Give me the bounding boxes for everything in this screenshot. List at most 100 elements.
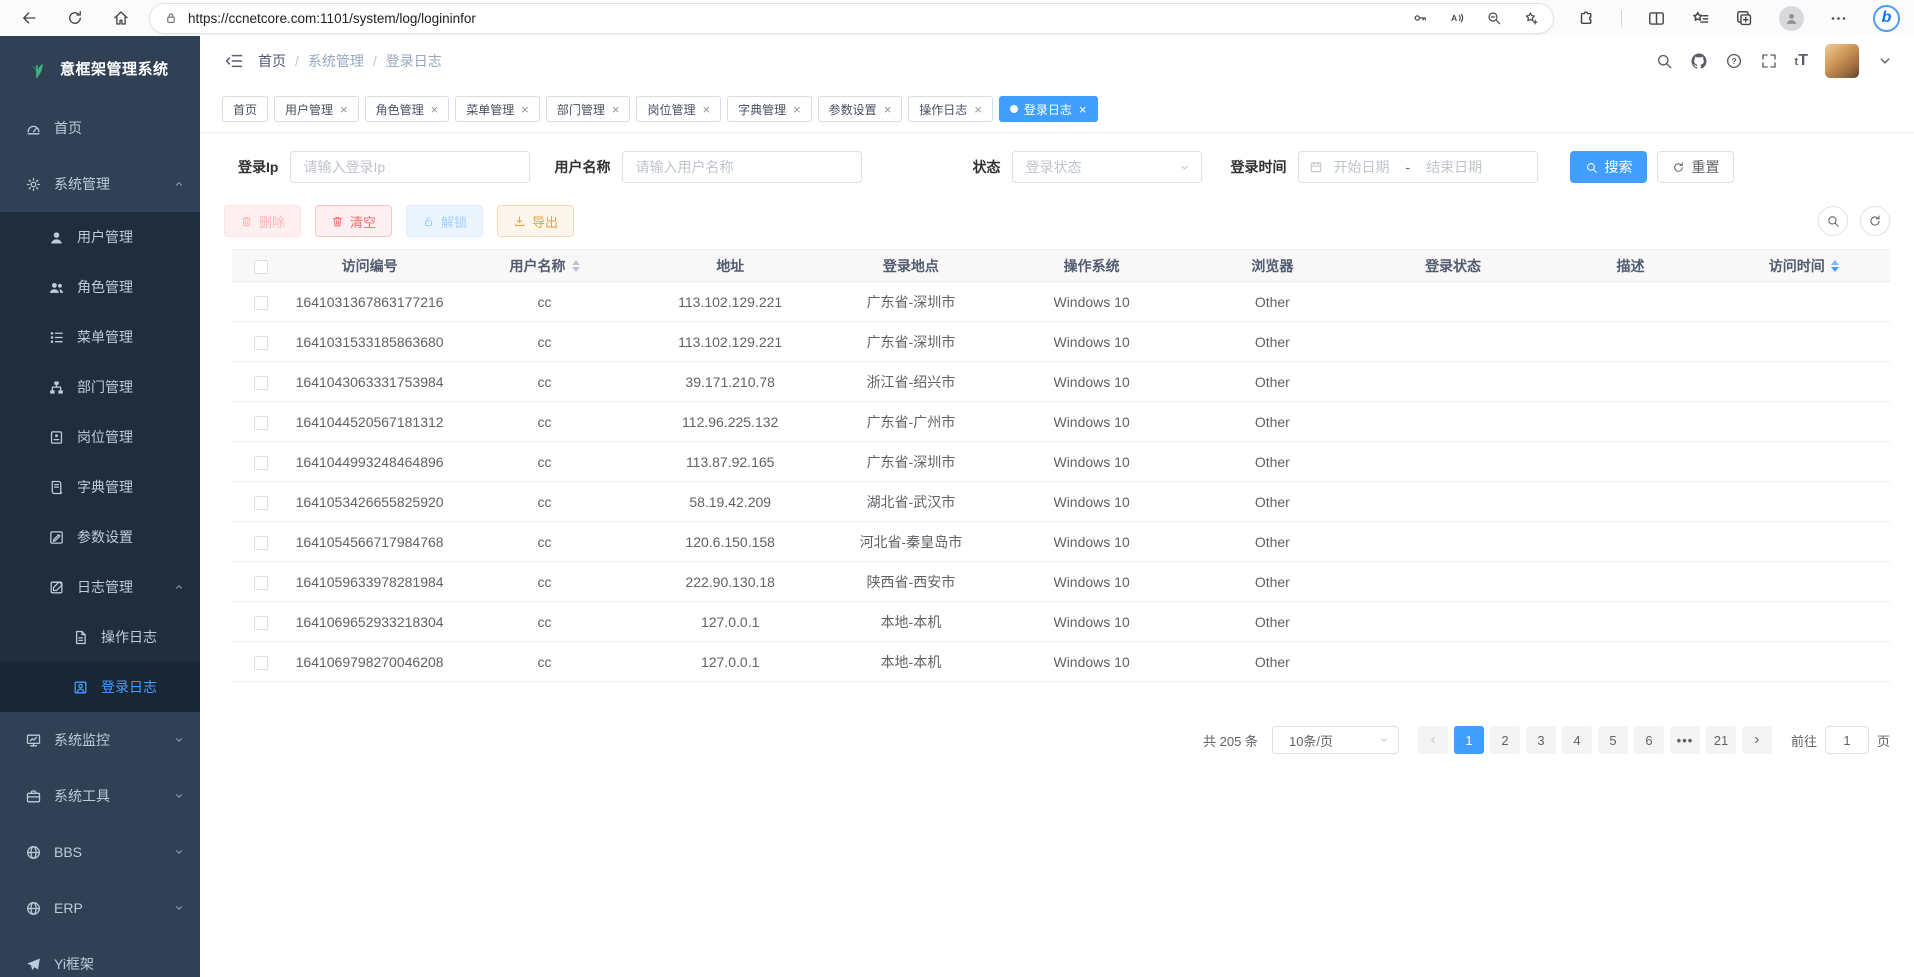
close-icon[interactable]: × [612, 103, 620, 116]
sidebar-item-log-mgmt[interactable]: 日志管理 [0, 562, 200, 612]
row-checkbox[interactable] [254, 296, 268, 310]
tab-1[interactable]: 用户管理× [274, 96, 359, 122]
tab-0[interactable]: 首页 [222, 96, 268, 122]
reload-icon[interactable] [66, 9, 84, 27]
pager-page-21[interactable]: 21 [1706, 726, 1736, 754]
goto-page-input[interactable] [1825, 726, 1869, 754]
close-icon[interactable]: × [521, 103, 529, 116]
sidebar-item-dept-mgmt[interactable]: 部门管理 [0, 362, 200, 412]
chevron-down-icon[interactable] [1876, 52, 1894, 70]
pager-page-3[interactable]: 3 [1526, 726, 1556, 754]
tab-9[interactable]: 登录日志× [999, 96, 1098, 122]
pager-page-1[interactable]: 1 [1454, 726, 1484, 754]
export-button[interactable]: 导出 [497, 205, 574, 237]
status-select[interactable]: 登录状态 [1012, 151, 1202, 183]
row-checkbox[interactable] [254, 376, 268, 390]
pager-page-6[interactable]: 6 [1634, 726, 1664, 754]
breadcrumb-item-system[interactable]: 系统管理 [308, 51, 364, 71]
pager-next[interactable] [1742, 726, 1772, 754]
sidebar-item-user-mgmt[interactable]: 用户管理 [0, 212, 200, 262]
sidebar-item-erp[interactable]: ERP [0, 880, 200, 936]
sidebar-item-bbs[interactable]: BBS [0, 824, 200, 880]
tab-5[interactable]: 岗位管理× [636, 96, 721, 122]
table-search-toggle-button[interactable] [1818, 206, 1848, 236]
pager-more[interactable]: ••• [1670, 726, 1700, 754]
pager-page-2[interactable]: 2 [1490, 726, 1520, 754]
search-button[interactable]: 搜索 [1570, 151, 1647, 183]
sidebar-item-login-log[interactable]: 登录日志 [0, 662, 200, 712]
split-screen-icon[interactable] [1647, 9, 1666, 28]
date-range-picker[interactable]: 开始日期 - 结束日期 [1298, 151, 1538, 183]
sidebar-item-post-mgmt[interactable]: 岗位管理 [0, 412, 200, 462]
row-checkbox[interactable] [254, 416, 268, 430]
login-ip-input[interactable] [290, 151, 530, 183]
close-icon[interactable]: × [1079, 103, 1087, 116]
close-icon[interactable]: × [793, 103, 801, 116]
fullscreen-icon[interactable] [1760, 52, 1778, 70]
search-icon[interactable] [1655, 52, 1673, 70]
password-key-icon[interactable] [1412, 10, 1428, 26]
column-header-visit-time[interactable]: 访问时间 [1718, 250, 1891, 282]
row-checkbox[interactable] [254, 536, 268, 550]
font-size-icon[interactable]: tT [1795, 53, 1808, 69]
row-checkbox[interactable] [254, 336, 268, 350]
sidebar-item-yi-framework[interactable]: Yi框架 [0, 936, 200, 977]
add-favorite-icon[interactable] [1523, 10, 1539, 26]
browser-menu-icon[interactable] [1829, 9, 1848, 28]
tab-4[interactable]: 部门管理× [546, 96, 631, 122]
table-refresh-button[interactable] [1860, 206, 1890, 236]
clear-button[interactable]: 清空 [315, 205, 392, 237]
close-icon[interactable]: × [431, 103, 439, 116]
tab-7[interactable]: 参数设置× [818, 96, 903, 122]
github-icon[interactable] [1690, 52, 1708, 70]
tab-2[interactable]: 角色管理× [365, 96, 450, 122]
row-checkbox[interactable] [254, 496, 268, 510]
row-checkbox[interactable] [254, 656, 268, 670]
home-icon[interactable] [112, 9, 130, 27]
address-bar[interactable]: https://ccnetcore.com:1101/system/log/lo… [150, 4, 1553, 33]
sort-carets-icon[interactable] [572, 260, 580, 272]
pager-page-5[interactable]: 5 [1598, 726, 1628, 754]
close-icon[interactable]: × [340, 103, 348, 116]
pager-page-4[interactable]: 4 [1562, 726, 1592, 754]
tab-6[interactable]: 字典管理× [727, 96, 812, 122]
close-icon[interactable]: × [702, 103, 710, 116]
app-logo[interactable]: 意框架管理系统 [0, 36, 200, 100]
column-header-user-name[interactable]: 用户名称 [449, 250, 640, 282]
sidebar-item-param-settings[interactable]: 参数设置 [0, 512, 200, 562]
help-icon[interactable] [1725, 52, 1743, 70]
pager-prev[interactable] [1418, 726, 1448, 754]
sidebar-item-dict-mgmt[interactable]: 字典管理 [0, 462, 200, 512]
unlock-button[interactable]: 解锁 [406, 205, 483, 237]
select-all-checkbox[interactable] [254, 260, 268, 274]
browser-profile-avatar[interactable] [1779, 6, 1804, 31]
tab-3[interactable]: 菜单管理× [455, 96, 540, 122]
zoom-out-icon[interactable] [1486, 10, 1502, 26]
sidebar-item-system-mgmt[interactable]: 系统管理 [0, 156, 200, 212]
row-checkbox[interactable] [254, 576, 268, 590]
sidebar-fold-icon[interactable] [224, 51, 244, 71]
tab-8[interactable]: 操作日志× [908, 96, 993, 122]
sidebar-item-sys-tools[interactable]: 系统工具 [0, 768, 200, 824]
close-icon[interactable]: × [974, 103, 982, 116]
breadcrumb-item-home[interactable]: 首页 [258, 51, 286, 71]
start-date-placeholder[interactable]: 开始日期 [1333, 157, 1389, 177]
sidebar-item-role-mgmt[interactable]: 角色管理 [0, 262, 200, 312]
read-aloud-icon[interactable] [1449, 10, 1465, 26]
sort-carets-icon[interactable] [1831, 260, 1839, 272]
favorites-icon[interactable] [1691, 9, 1710, 28]
sidebar-item-menu-mgmt[interactable]: 菜单管理 [0, 312, 200, 362]
sidebar-item-home[interactable]: 首页 [0, 100, 200, 156]
url-text[interactable]: https://ccnetcore.com:1101/system/log/lo… [188, 11, 1412, 26]
row-checkbox[interactable] [254, 616, 268, 630]
user-avatar[interactable] [1825, 44, 1859, 78]
sidebar-item-operation-log[interactable]: 操作日志 [0, 612, 200, 662]
reset-button[interactable]: 重置 [1657, 151, 1734, 183]
copilot-icon[interactable]: b [1873, 5, 1900, 32]
row-checkbox[interactable] [254, 456, 268, 470]
end-date-placeholder[interactable]: 结束日期 [1426, 157, 1482, 177]
collections-icon[interactable] [1735, 9, 1754, 28]
sidebar-item-sys-monitor[interactable]: 系统监控 [0, 712, 200, 768]
back-icon[interactable] [20, 9, 38, 27]
user-name-input[interactable] [622, 151, 862, 183]
